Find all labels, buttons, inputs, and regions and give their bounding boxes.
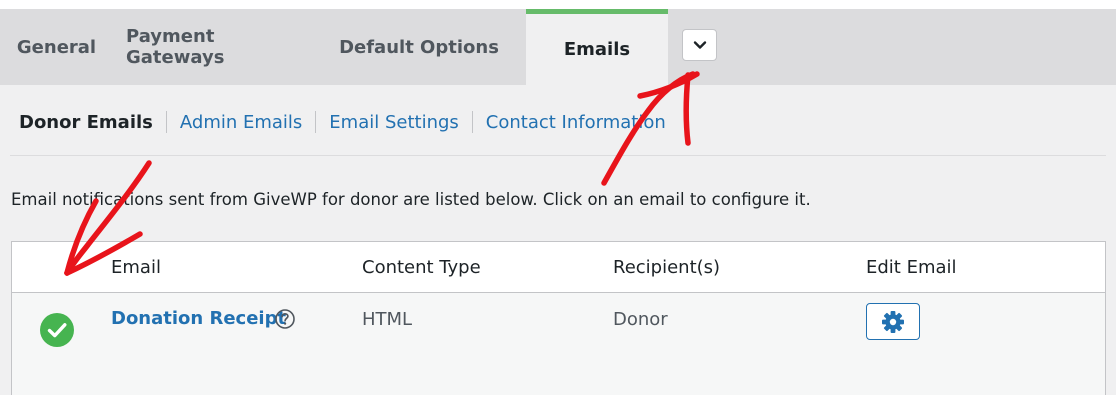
check-circle-icon[interactable] [40, 313, 74, 347]
chevron-down-icon [693, 41, 706, 49]
tab-payment-gateways[interactable]: Payment Gateways [126, 9, 312, 85]
tab-general[interactable]: General [0, 9, 113, 85]
top-strip [0, 0, 1116, 9]
emails-table: Email Content Type Recipient(s) Edit Ema… [11, 241, 1106, 395]
subnav-separator [315, 111, 317, 133]
subnav-separator [165, 111, 167, 133]
subnav-contact-information[interactable]: Contact Information [486, 112, 666, 133]
column-header-recipients: Recipient(s) [613, 257, 721, 278]
column-header-edit-email: Edit Email [866, 257, 957, 278]
subnav-email-settings[interactable]: Email Settings [329, 112, 459, 133]
email-subnav: Donor Emails Admin Emails Email Settings… [19, 108, 666, 136]
email-name-link[interactable]: Donation Receipt [111, 308, 286, 329]
settings-tabs: General Payment Gateways Default Options… [0, 9, 1116, 85]
tab-default-options[interactable]: Default Options [325, 9, 513, 85]
table-row: Donation Receipt HTML Donor [12, 293, 1105, 395]
more-tabs-button[interactable] [682, 29, 717, 61]
table-header: Email Content Type Recipient(s) Edit Ema… [12, 242, 1105, 293]
content-type-cell: HTML [362, 309, 413, 330]
subnav-donor-emails[interactable]: Donor Emails [19, 112, 153, 133]
tab-emails[interactable]: Emails [526, 9, 668, 85]
subnav-admin-emails[interactable]: Admin Emails [180, 112, 302, 133]
question-circle-icon[interactable] [274, 308, 296, 330]
gear-icon [882, 310, 904, 333]
page-description: Email notifications sent from GiveWP for… [11, 190, 811, 209]
recipients-cell: Donor [613, 309, 668, 330]
column-header-email: Email [111, 257, 161, 278]
edit-email-button[interactable] [866, 303, 920, 340]
divider [10, 155, 1106, 156]
subnav-separator [471, 111, 473, 133]
column-header-content-type: Content Type [362, 257, 481, 278]
